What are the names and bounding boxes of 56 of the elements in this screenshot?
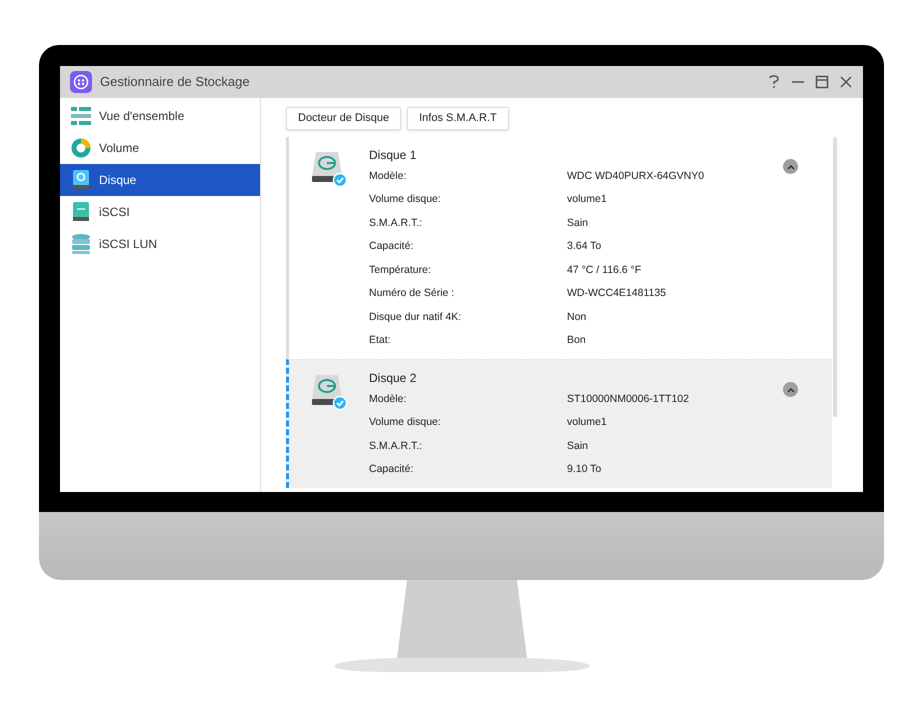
field-value: 47 °C / 116.6 °F — [567, 262, 642, 278]
field-value: Non — [567, 310, 586, 325]
field-label: Volume disque: — [369, 415, 442, 430]
chevron-up-icon — [786, 164, 794, 170]
field-value: 3.64 To — [567, 239, 602, 254]
field-label: S.M.A.R.T.: — [369, 438, 424, 454]
field-label: Volume disque: — [369, 192, 442, 208]
drive-icon — [73, 202, 89, 222]
sidebar-label[interactable]: Disque — [99, 171, 136, 189]
disk-name: Disque 1 — [369, 147, 418, 164]
field-value: WDC WD40PURX-64GVNY0 — [567, 168, 704, 184]
scrollbar[interactable] — [833, 137, 837, 417]
toolbar-button[interactable]: Infos S.M.A.R.T — [407, 107, 509, 130]
hard-drive-icon — [311, 150, 347, 188]
sidebar-item[interactable]: Disque — [60, 164, 260, 196]
collapse-button[interactable] — [783, 382, 798, 397]
field-label: Capacité: — [369, 462, 414, 478]
field-label: Modèle: — [369, 392, 408, 407]
field-label: Température: — [369, 262, 432, 278]
field-label: Disque dur natif 4K: — [369, 310, 462, 325]
sidebar-item[interactable]: Vue d'ensemble — [60, 100, 260, 132]
hard-drive-icon — [311, 373, 347, 411]
field-value: Sain — [567, 438, 588, 454]
field-value: volume1 — [567, 192, 607, 208]
maximize-icon[interactable] — [815, 75, 829, 89]
field-value: WD-WCC4E1481135 — [567, 286, 666, 302]
database-icon — [72, 234, 90, 254]
field-label: Numéro de Série : — [369, 286, 456, 302]
disk-card[interactable]: Disque 2 Modèle: ST10000NM0006-1TT102 Volume disque: volume1 S.M.A.R.T.: Sain Capacité: 9.10 To — [286, 359, 832, 488]
sidebar-label[interactable]: Volume — [99, 139, 140, 157]
app-logo-icon — [70, 71, 92, 93]
field-label: S.M.A.R.T.: — [369, 216, 424, 231]
sidebar-label[interactable]: iSCSI — [99, 203, 130, 221]
close-icon[interactable] — [839, 75, 853, 89]
drive-icon — [73, 170, 89, 190]
sidebar-label[interactable]: Vue d'ensemble — [99, 107, 184, 125]
pie-icon — [71, 138, 91, 158]
list-icon — [71, 107, 91, 125]
field-value: Bon — [567, 333, 586, 348]
field-label: Etat: — [369, 333, 392, 348]
field-label: Modèle: — [369, 168, 408, 184]
sidebar-item[interactable]: iSCSI — [60, 196, 260, 228]
help-icon[interactable] — [767, 75, 781, 89]
sidebar-item[interactable]: Volume — [60, 132, 260, 164]
sidebar-label[interactable]: iSCSI LUN — [99, 235, 158, 253]
field-value: Sain — [567, 216, 588, 231]
chevron-up-icon — [786, 386, 794, 392]
field-label: Capacité: — [369, 239, 414, 254]
field-value: ST10000NM0006-1TT102 — [567, 392, 689, 407]
disk-name: Disque 2 — [369, 370, 418, 387]
toolbar-button[interactable]: Docteur de Disque — [286, 107, 402, 130]
field-value: 9.10 To — [567, 462, 602, 478]
collapse-button[interactable] — [783, 159, 798, 174]
sidebar-item[interactable]: iSCSI LUN — [60, 228, 260, 260]
window-title: Gestionnaire de Stockage — [100, 73, 250, 92]
field-value: volume1 — [567, 415, 607, 430]
